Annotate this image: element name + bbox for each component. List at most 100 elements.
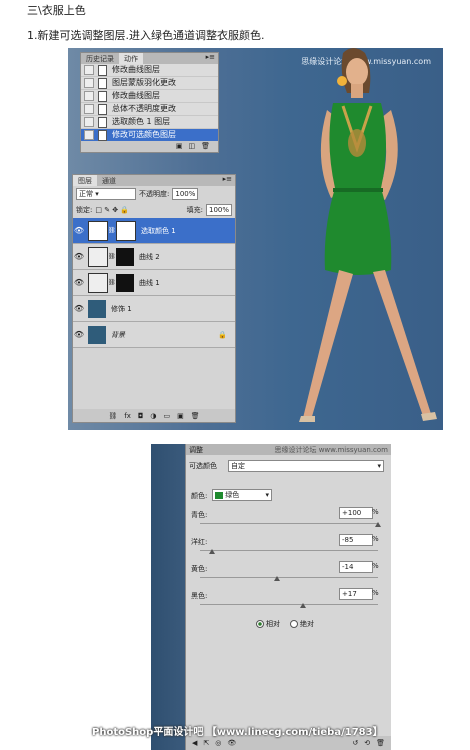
history-item[interactable]: 修改曲线图层 xyxy=(81,64,218,77)
slider-knob[interactable] xyxy=(375,522,381,527)
panel-menu-icon[interactable]: ▸≡ xyxy=(220,175,235,186)
add-mask-icon[interactable]: ◘ xyxy=(138,412,144,420)
history-panel: 历史记录 动作 ▸≡ 修改曲线图层 图层蒙版羽化更改 修改曲线图层 总体不透明度… xyxy=(80,52,219,153)
snapshot-icon[interactable]: ◫ xyxy=(188,142,195,152)
previous-state-icon[interactable]: ↺ xyxy=(352,739,358,747)
eye-icon[interactable]: 👁 xyxy=(73,330,85,339)
preset-label: 可选颜色 xyxy=(189,462,217,470)
layer-row[interactable]: 👁 修饰 1 xyxy=(73,296,235,322)
slider-label: 黄色: xyxy=(191,565,208,573)
history-item[interactable]: 修改曲线图层 xyxy=(81,90,218,103)
tab-layers[interactable]: 图层 xyxy=(73,175,97,186)
history-item[interactable]: 选取颜色 1 图层 xyxy=(81,116,218,129)
curves-thumbnail xyxy=(88,246,108,267)
eye-icon[interactable]: 👁 xyxy=(73,226,85,235)
radio-absolute[interactable] xyxy=(290,620,298,628)
mask-thumbnail[interactable] xyxy=(116,247,134,266)
slider-label: 洋红: xyxy=(191,538,208,546)
step-text: 1.新建可选调整图层.进入绿色通道调整衣服颜色. xyxy=(27,29,265,42)
history-item[interactable]: 图层蒙版羽化更改 xyxy=(81,77,218,90)
panel-menu-icon[interactable]: ▸≡ xyxy=(203,53,218,64)
link-icon: ⛓ xyxy=(108,279,116,286)
magenta-input[interactable]: -85 xyxy=(339,534,373,546)
percent-label: % xyxy=(372,535,379,543)
layer-row[interactable]: 👁 ⛓ 曲线 2 xyxy=(73,244,235,270)
link-icon: ⛓ xyxy=(108,253,116,260)
preset-select[interactable]: 自定 ▾ xyxy=(228,460,384,472)
yellow-slider[interactable] xyxy=(200,576,378,581)
checkbox-icon[interactable] xyxy=(84,91,94,101)
fill-input[interactable]: 100% xyxy=(205,204,232,216)
percent-label: % xyxy=(372,589,379,597)
adjustment-icon[interactable]: ◑ xyxy=(150,412,156,420)
history-item-selected[interactable]: 修改可选颜色图层 xyxy=(81,129,218,142)
mode-relative[interactable]: 相对 xyxy=(256,619,280,629)
mask-thumbnail[interactable] xyxy=(116,273,134,292)
layer-row[interactable]: 👁 ⛓ 选取颜色 1 xyxy=(73,218,235,244)
tab-channels[interactable]: 通道 xyxy=(97,175,121,186)
adjustments-panel: 调整 思缘设计论坛 www.missyuan.com 可选颜色 自定 ▾ 颜色: … xyxy=(185,444,391,750)
link-layers-icon[interactable]: ⛓ xyxy=(108,412,117,420)
lock-icons[interactable]: □ ✎ ✥ 🔒 xyxy=(95,206,129,214)
black-input[interactable]: +17 xyxy=(339,588,373,600)
blend-mode-select[interactable]: 正常 ▾ xyxy=(76,188,136,200)
chevron-down-icon: ▾ xyxy=(377,462,381,470)
colors-select[interactable]: 绿色 ▾ xyxy=(212,489,272,501)
clip-icon[interactable]: ◎ xyxy=(215,739,221,747)
layer-row[interactable]: 👁 ⛓ 曲线 1 xyxy=(73,270,235,296)
eye-icon[interactable]: 👁 xyxy=(73,278,85,287)
eye-icon[interactable]: 👁 xyxy=(227,739,236,747)
layers-panel: 图层 通道 ▸≡ 正常 ▾ 不透明度: 100% 锁定: □ ✎ ✥ 🔒 填充:… xyxy=(72,174,236,423)
percent-label: % xyxy=(372,508,379,516)
checkbox-icon[interactable] xyxy=(84,65,94,75)
green-swatch xyxy=(215,491,223,499)
document-icon xyxy=(98,103,107,115)
link-icon: ⛓ xyxy=(108,227,116,234)
lock-label: 锁定: xyxy=(76,206,93,214)
document-icon xyxy=(98,116,107,128)
opacity-input[interactable]: 100% xyxy=(172,188,199,200)
chevron-down-icon: ▾ xyxy=(265,491,269,499)
checkbox-icon[interactable] xyxy=(84,104,94,114)
back-arrow-icon[interactable]: ◀ xyxy=(192,739,197,747)
layer-row[interactable]: 👁 背景 🔒 xyxy=(73,322,235,348)
cyan-input[interactable]: +100 xyxy=(339,507,373,519)
checkbox-icon[interactable] xyxy=(84,130,94,140)
mask-thumbnail[interactable] xyxy=(116,220,136,241)
radio-relative[interactable] xyxy=(256,620,264,628)
checkbox-icon[interactable] xyxy=(84,117,94,127)
section-heading: 三\衣服上色 xyxy=(27,4,86,17)
fx-icon[interactable]: fx xyxy=(124,412,131,420)
tab-adjustments[interactable]: 调整 xyxy=(189,445,203,455)
checkbox-icon[interactable] xyxy=(84,78,94,88)
yellow-input[interactable]: -14 xyxy=(339,561,373,573)
image-thumbnail xyxy=(88,299,106,318)
mode-absolute[interactable]: 绝对 xyxy=(290,619,314,629)
slider-knob[interactable] xyxy=(209,549,216,554)
colors-label: 颜色: xyxy=(191,492,208,500)
curves-thumbnail xyxy=(88,272,108,293)
trash-icon[interactable]: 🗑 xyxy=(191,412,200,420)
trash-icon[interactable]: 🗑 xyxy=(201,142,210,152)
model-photo xyxy=(299,48,437,422)
history-item[interactable]: 总体不透明度更改 xyxy=(81,103,218,116)
history-footer: ▣ ◫ 🗑 xyxy=(81,142,218,152)
group-icon[interactable]: ▭ xyxy=(164,412,171,420)
slider-knob[interactable] xyxy=(300,603,307,608)
new-layer-icon[interactable]: ▣ xyxy=(177,412,184,420)
photoshop-screenshot-1: 思缘设计论坛 www.missyuan.com 历史记录 动作 ▸≡ 修改曲线图… xyxy=(68,48,443,430)
magenta-slider[interactable] xyxy=(200,549,378,554)
panel-watermark: 思缘设计论坛 www.missyuan.com xyxy=(274,445,388,454)
expand-icon[interactable]: ⇱ xyxy=(203,739,209,747)
slider-knob[interactable] xyxy=(273,576,280,581)
trash-icon[interactable]: 🗑 xyxy=(376,739,385,747)
eye-icon[interactable]: 👁 xyxy=(73,252,85,261)
cyan-slider[interactable] xyxy=(200,522,381,527)
tab-actions[interactable]: 动作 xyxy=(119,53,143,64)
tab-history[interactable]: 历史记录 xyxy=(81,53,119,64)
reset-icon[interactable]: ⟲ xyxy=(364,739,370,747)
new-document-icon[interactable]: ▣ xyxy=(176,142,183,152)
eye-icon[interactable]: 👁 xyxy=(73,304,85,313)
document-icon xyxy=(98,129,107,141)
black-slider[interactable] xyxy=(200,603,378,608)
